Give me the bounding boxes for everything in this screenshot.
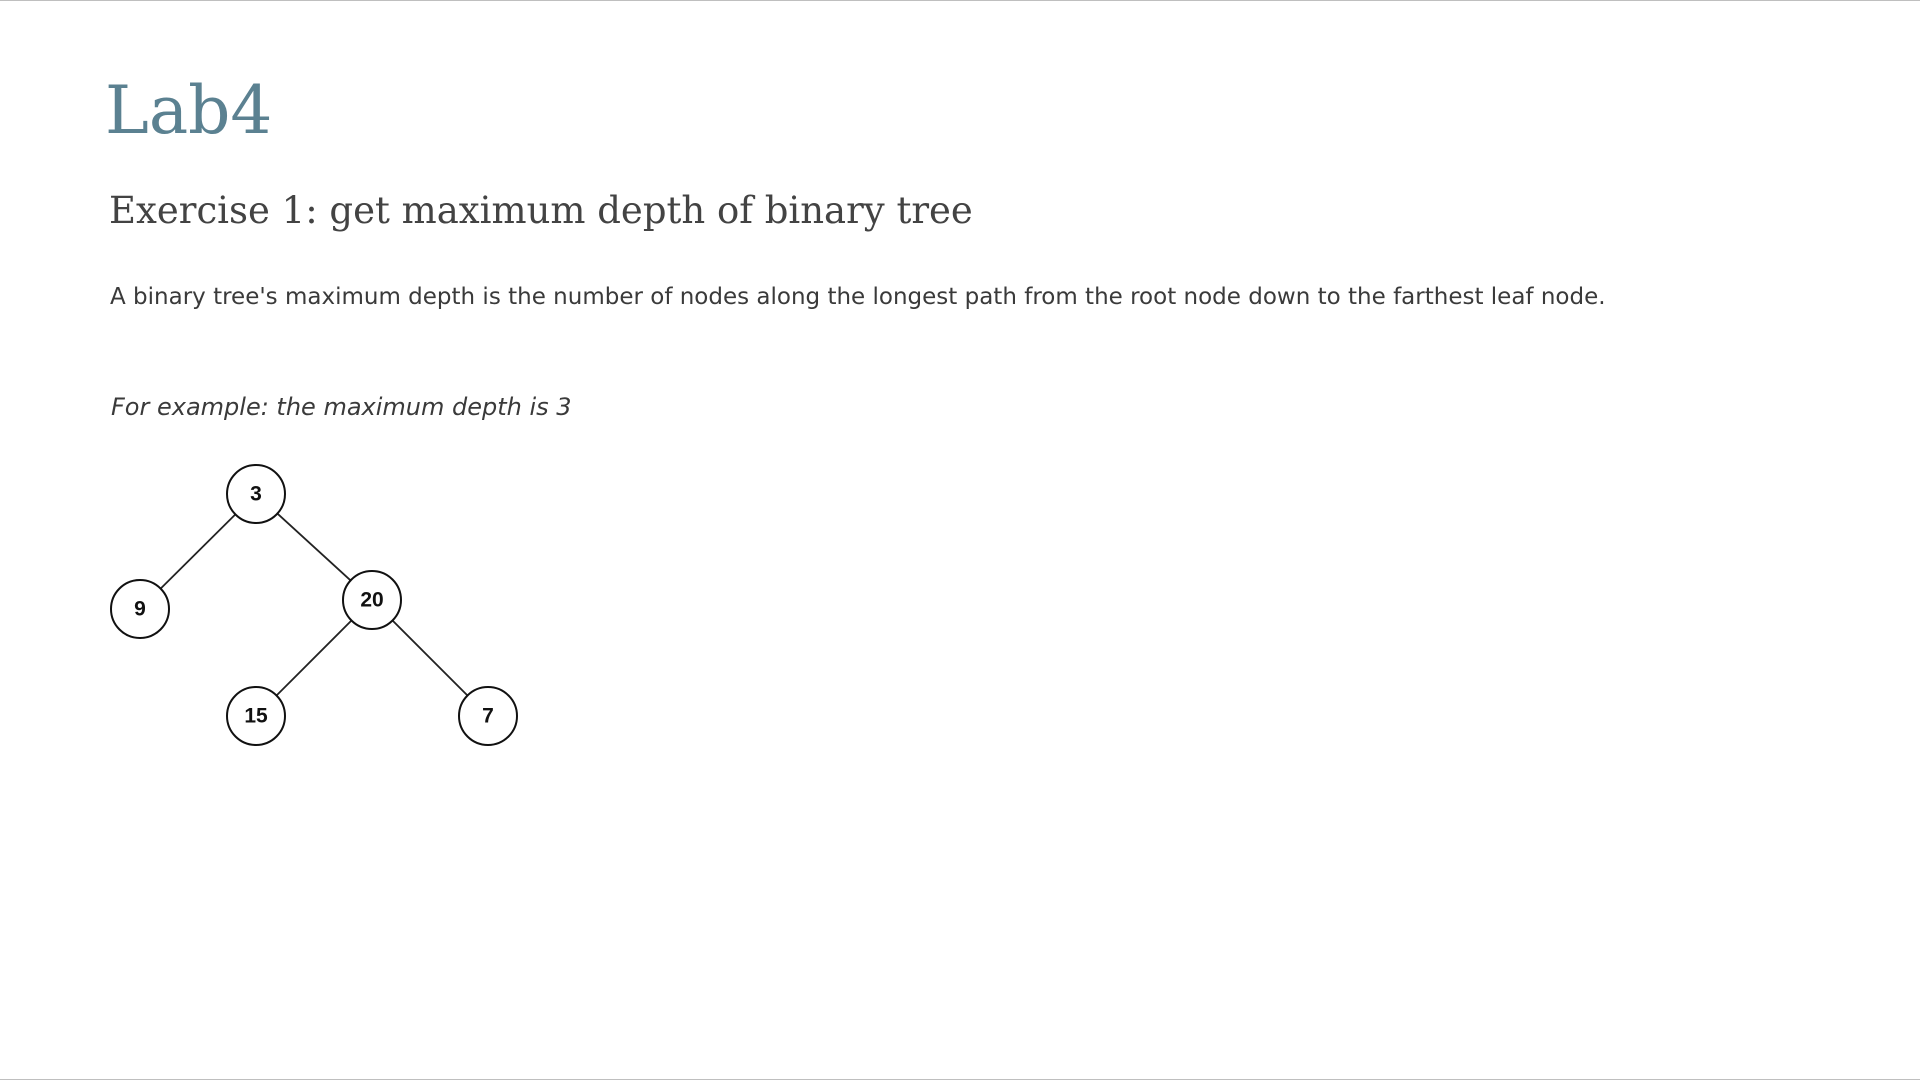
tree-edge-root-to-right xyxy=(276,512,352,582)
document-page: Lab4 Exercise 1: get maximum depth of bi… xyxy=(0,0,1920,1080)
tree-node-right-right: 7 xyxy=(458,686,518,746)
tree-node-label: 20 xyxy=(360,589,383,612)
tree-edge-right-to-right-left xyxy=(275,619,353,697)
tree-node-label: 7 xyxy=(482,705,494,728)
exercise-heading: Exercise 1: get maximum depth of binary … xyxy=(109,189,973,232)
tree-edges xyxy=(159,512,469,697)
tree-node-label: 15 xyxy=(244,705,268,728)
tree-node-label: 3 xyxy=(250,483,262,506)
tree-node-left: 9 xyxy=(110,579,170,639)
tree-edge-right-to-right-right xyxy=(391,619,469,697)
document-title: Lab4 xyxy=(105,72,273,149)
tree-node-right: 20 xyxy=(342,570,402,630)
exercise-description: A binary tree's maximum depth is the num… xyxy=(110,284,1606,310)
tree-nodes: 3 9 20 15 7 xyxy=(110,464,518,746)
tree-node-right-left: 15 xyxy=(226,686,286,746)
tree-node-label: 9 xyxy=(134,598,146,621)
tree-node-root: 3 xyxy=(226,464,286,524)
example-caption: For example: the maximum depth is 3 xyxy=(111,393,572,421)
binary-tree-diagram: 3 9 20 15 7 xyxy=(110,464,518,746)
tree-edge-root-to-left xyxy=(159,513,237,590)
